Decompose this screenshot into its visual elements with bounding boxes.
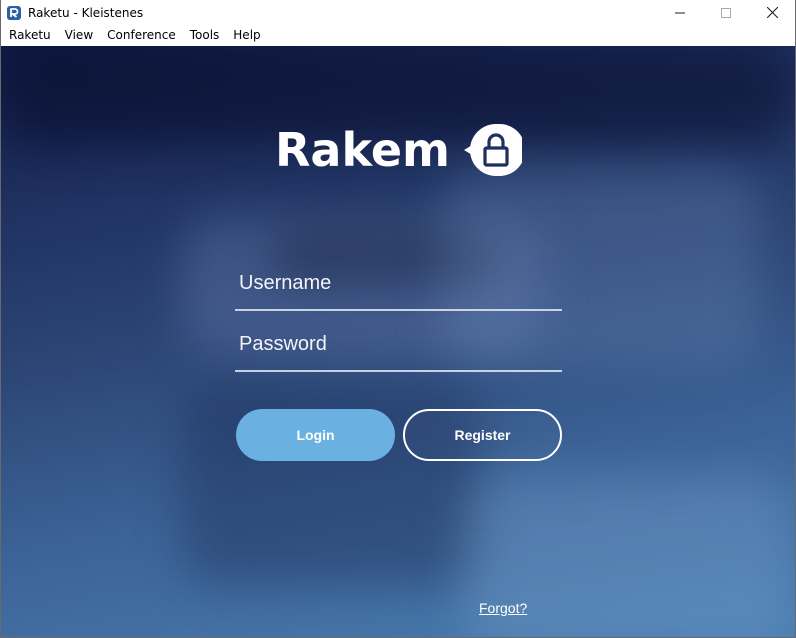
login-panel: Rakem Login Register Forgot? [1, 46, 795, 637]
menu-bar: Raketu View Conference Tools Help [1, 25, 795, 46]
window-controls [657, 0, 795, 25]
username-input[interactable] [235, 257, 562, 309]
minimize-button[interactable] [657, 0, 703, 25]
password-field [235, 318, 562, 372]
app-window: Raketu - Kleistenes Raketu View Conferen… [0, 0, 796, 638]
menu-raketu[interactable]: Raketu [1, 25, 58, 46]
logo-text: Rakem [275, 123, 450, 177]
username-field [235, 257, 562, 311]
register-button[interactable]: Register [403, 409, 562, 461]
menu-tools[interactable]: Tools [183, 25, 227, 46]
raketu-r-icon [7, 5, 21, 20]
maximize-icon [721, 7, 731, 18]
title-bar[interactable]: Raketu - Kleistenes [1, 0, 795, 25]
rakem-logo: Rakem [275, 120, 524, 180]
window-title: Raketu - Kleistenes [28, 5, 144, 20]
close-button[interactable] [749, 0, 795, 25]
minimize-icon [675, 12, 685, 13]
menu-help[interactable]: Help [226, 25, 267, 46]
close-icon [766, 7, 778, 18]
login-button[interactable]: Login [236, 409, 395, 461]
lock-icon [463, 122, 524, 178]
menu-conference[interactable]: Conference [100, 25, 183, 46]
forgot-password-link[interactable]: Forgot? [479, 600, 527, 616]
menu-view[interactable]: View [58, 25, 100, 46]
maximize-button[interactable] [703, 0, 749, 25]
password-input[interactable] [235, 318, 562, 370]
